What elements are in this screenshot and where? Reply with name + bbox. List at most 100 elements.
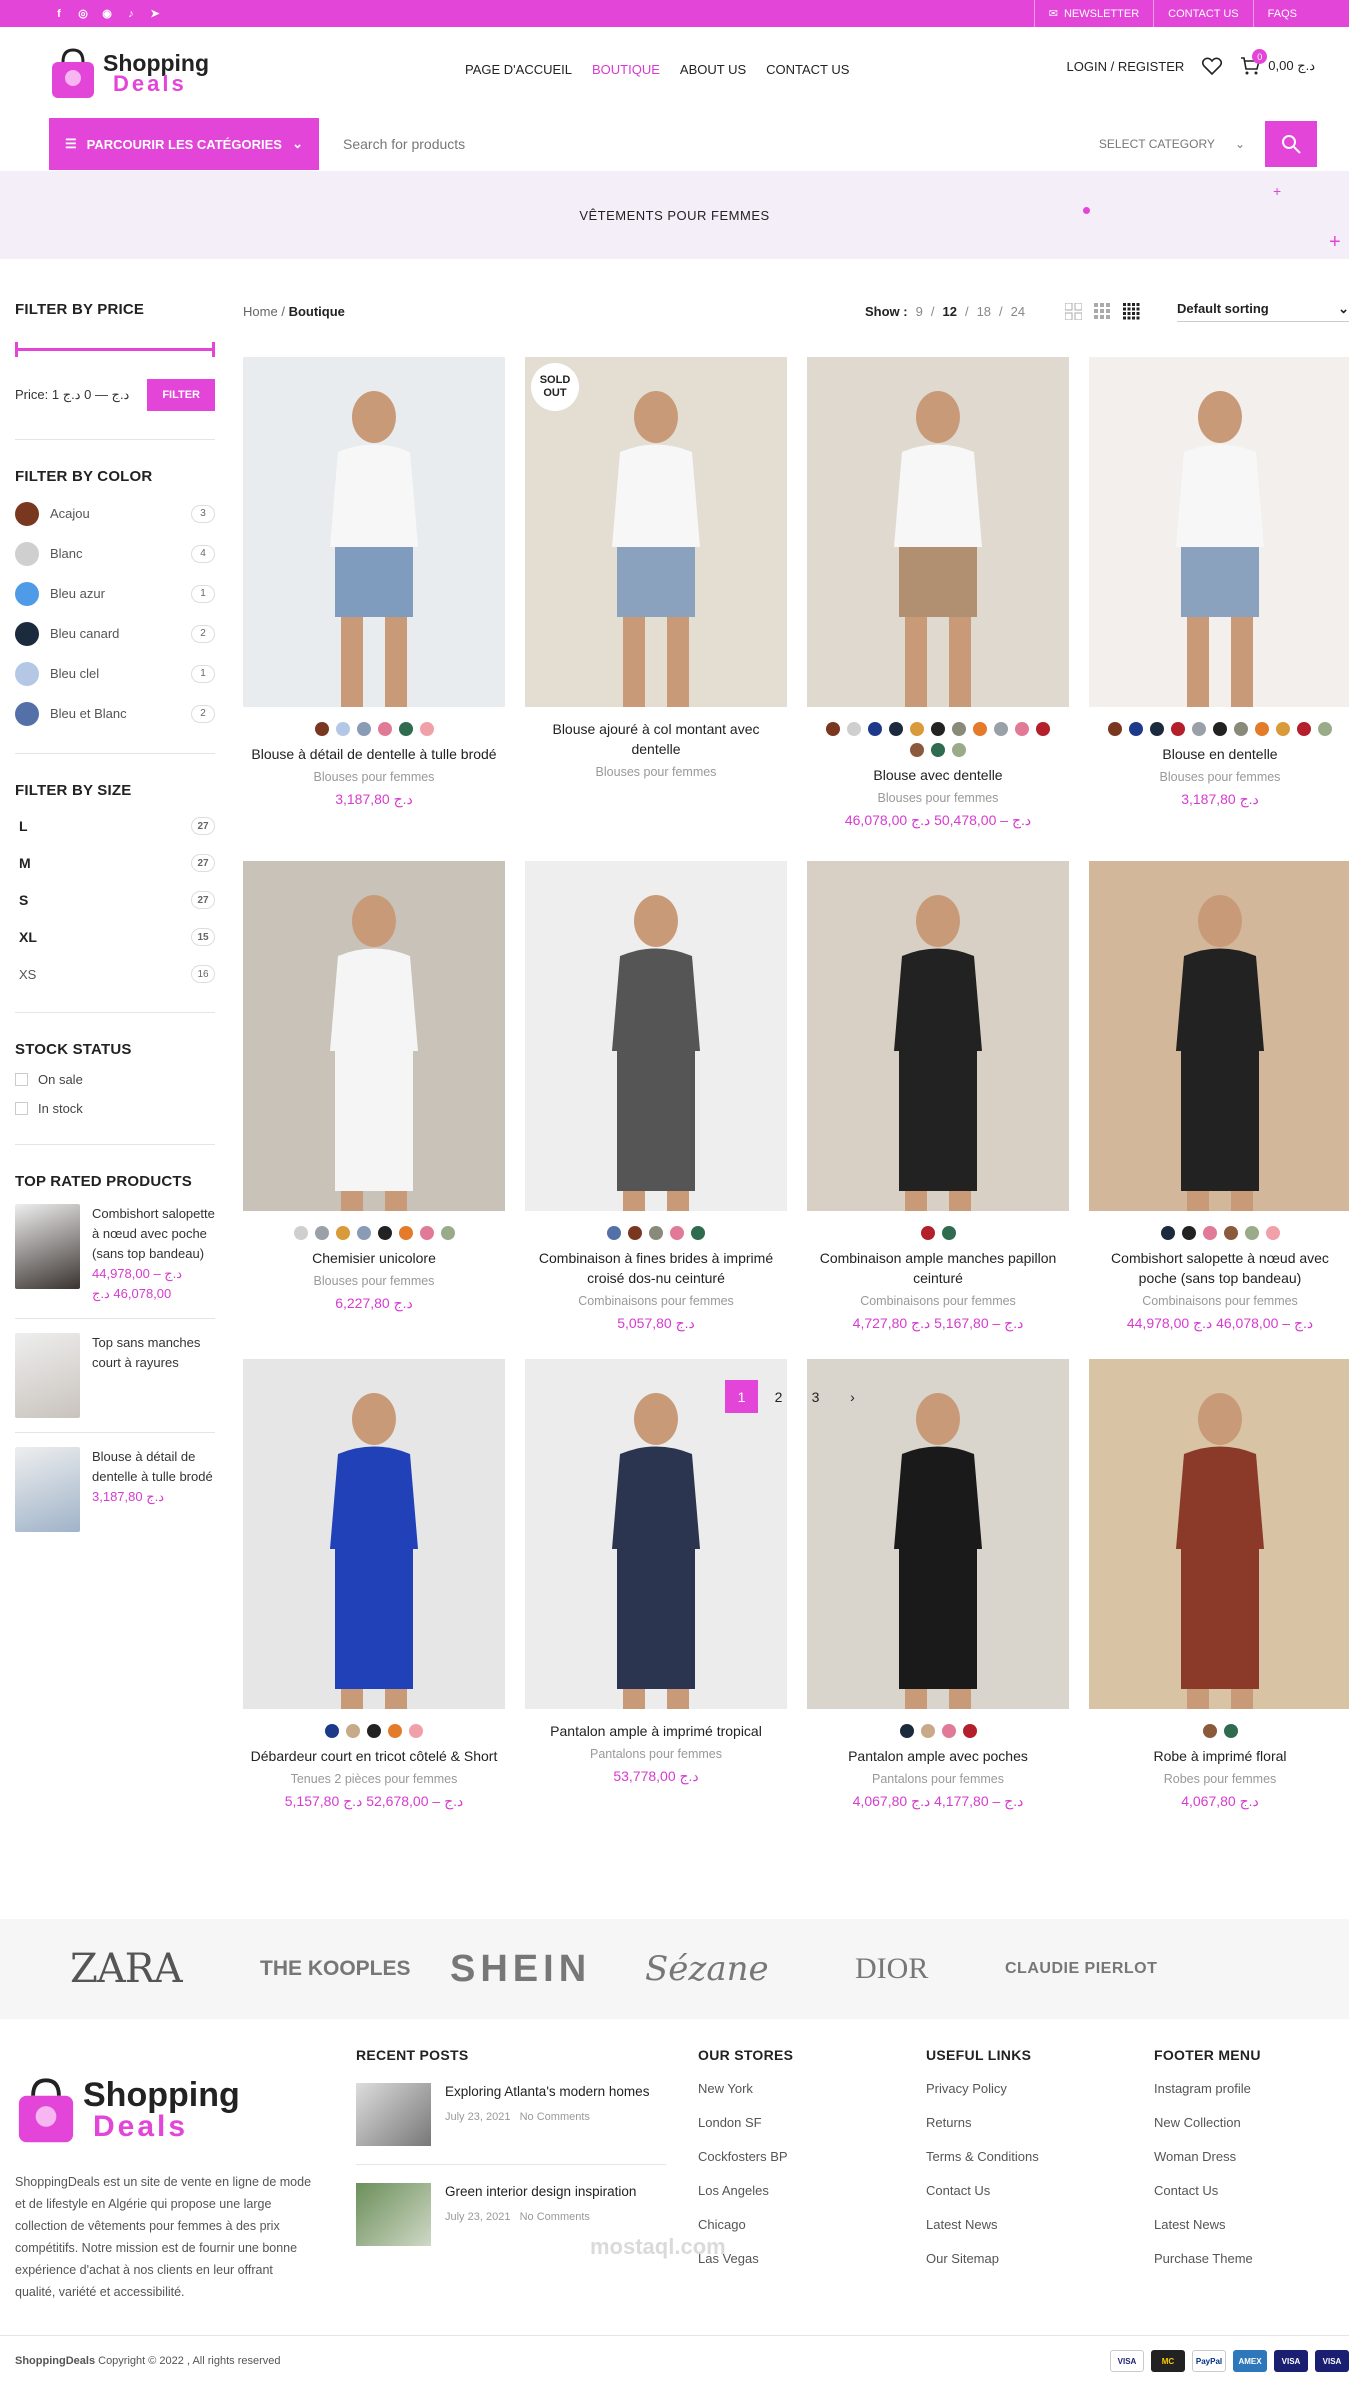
product-name[interactable]: Robe à imprimé floral (1089, 1746, 1349, 1766)
footer-logo[interactable]: Shopping Deals (15, 2069, 265, 2151)
color-swatch[interactable] (920, 1226, 935, 1240)
telegram-icon[interactable]: ➤ (148, 7, 162, 21)
color-swatch[interactable] (377, 722, 392, 736)
grid-2-icon[interactable] (1065, 302, 1082, 320)
facebook-icon[interactable]: f (52, 7, 66, 21)
color-swatch[interactable] (1234, 722, 1248, 736)
color-swatch[interactable] (346, 1724, 360, 1738)
search-button[interactable] (1265, 121, 1317, 167)
product-name[interactable]: Pantalon ample à imprimé tropical (525, 1721, 787, 1741)
contact-link[interactable]: CONTACT US (1153, 0, 1253, 27)
wishlist-heart-icon[interactable] (1202, 57, 1223, 75)
product-category[interactable]: Combinaisons pour femmes (525, 1294, 787, 1308)
color-swatch[interactable] (670, 1226, 684, 1240)
product-name[interactable]: Pantalon ample avec poches (807, 1746, 1069, 1766)
color-swatch[interactable] (1036, 722, 1050, 736)
product-category[interactable]: Blouses pour femmes (807, 791, 1069, 805)
product-name[interactable]: Combinaison ample manches papillon ceint… (807, 1248, 1069, 1288)
footer-menu-link[interactable]: Purchase Theme (1154, 2251, 1261, 2267)
color-swatch[interactable] (1160, 1226, 1175, 1240)
color-swatch[interactable] (314, 722, 329, 736)
top-rated-item[interactable]: Top sans manches court à rayures (15, 1319, 215, 1433)
brand-sezane[interactable]: Sézane (645, 1949, 855, 1989)
size-filter-item[interactable]: S 27 (15, 890, 215, 910)
cart-button[interactable]: 0 0,00 د.ج (1240, 49, 1315, 75)
color-swatch[interactable] (419, 1226, 434, 1240)
color-swatch[interactable] (952, 722, 966, 736)
color-swatch[interactable] (356, 722, 371, 736)
store-link[interactable]: Cockfosters BP (698, 2149, 793, 2165)
product-image[interactable] (1089, 357, 1349, 707)
color-swatch[interactable] (1265, 1226, 1280, 1240)
store-link[interactable]: Los Angeles (698, 2183, 793, 2199)
color-swatch[interactable] (973, 722, 987, 736)
footer-menu-link[interactable]: Contact Us (1154, 2183, 1261, 2199)
color-swatch[interactable] (931, 722, 945, 736)
color-swatch[interactable] (335, 722, 350, 736)
grid-3-icon[interactable] (1094, 302, 1111, 320)
color-swatch[interactable] (314, 1226, 329, 1240)
footer-menu-link[interactable]: Latest News (1154, 2217, 1261, 2233)
product-category[interactable]: Combinaisons pour femmes (1089, 1294, 1349, 1308)
top-rated-item[interactable]: Blouse à détail de dentelle à tulle brod… (15, 1433, 215, 1546)
post-title[interactable]: Exploring Atlanta's modern homes (445, 2083, 649, 2101)
instagram-icon[interactable]: ◎ (76, 7, 90, 21)
nav-contact[interactable]: CONTACT US (766, 62, 849, 77)
color-swatch[interactable] (1297, 722, 1311, 736)
product-card[interactable]: Combinaison ample manches papillon ceint… (807, 861, 1069, 1332)
size-filter-item[interactable]: XS 16 (15, 964, 215, 984)
checkbox[interactable] (15, 1073, 28, 1086)
color-swatch[interactable] (398, 1226, 413, 1240)
color-swatch[interactable] (1171, 722, 1185, 736)
product-name[interactable]: Blouse en dentelle (1089, 744, 1349, 764)
product-image[interactable] (525, 861, 787, 1211)
product-name[interactable]: Chemisier unicolore (243, 1248, 505, 1268)
product-image[interactable] (807, 357, 1069, 707)
color-swatch[interactable] (1318, 722, 1332, 736)
product-name[interactable]: Blouse à détail de dentelle à tulle brod… (243, 744, 505, 764)
product-card[interactable]: Robe à imprimé floral Robes pour femmes 4,… (1089, 1359, 1349, 1810)
color-swatch[interactable] (1202, 1724, 1217, 1738)
product-category[interactable]: Pantalons pour femmes (807, 1772, 1069, 1786)
product-card[interactable]: Débardeur court en tricot côtelé & Short… (243, 1359, 505, 1810)
show-9[interactable]: 9 (916, 304, 923, 319)
color-swatch[interactable] (335, 1226, 350, 1240)
product-card[interactable]: Pantalon ample avec poches Pantalons pour… (807, 1359, 1069, 1810)
store-link[interactable]: Chicago (698, 2217, 793, 2233)
color-swatch[interactable] (1244, 1226, 1259, 1240)
useful-link[interactable]: Returns (926, 2115, 1039, 2131)
footer-menu-link[interactable]: New Collection (1154, 2115, 1261, 2131)
color-swatch[interactable] (1015, 722, 1029, 736)
color-swatch[interactable] (1223, 1724, 1238, 1738)
color-swatch[interactable] (398, 722, 413, 736)
show-18[interactable]: 18 (977, 304, 991, 319)
product-name[interactable]: Blouse à détail de dentelle à tulle brod… (92, 1447, 215, 1487)
color-swatch[interactable] (325, 1724, 339, 1738)
breadcrumb-home[interactable]: Home (243, 304, 278, 319)
color-filter-item[interactable]: Bleu canard 2 (15, 621, 215, 646)
checkbox[interactable] (15, 1102, 28, 1115)
product-card[interactable]: Chemisier unicolore Blouses pour femmes 6,… (243, 861, 505, 1312)
color-swatch[interactable] (847, 722, 861, 736)
useful-link[interactable]: Our Sitemap (926, 2251, 1039, 2267)
nav-about[interactable]: ABOUT US (680, 62, 746, 77)
color-swatch[interactable] (941, 1226, 956, 1240)
color-swatch[interactable] (649, 1226, 663, 1240)
product-name[interactable]: Blouse ajouré à col montant avec dentell… (525, 719, 787, 759)
color-swatch[interactable] (440, 1226, 455, 1240)
useful-link[interactable]: Latest News (926, 2217, 1039, 2233)
faqs-link[interactable]: FAQS (1252, 0, 1311, 27)
color-swatch[interactable] (910, 722, 924, 736)
product-card[interactable]: Combishort salopette à nœud avec poche (… (1089, 861, 1349, 1332)
brand-kooples[interactable]: THE KOOPLES (260, 1957, 450, 1981)
product-image[interactable] (243, 357, 505, 707)
search-input[interactable]: Search for products (319, 118, 1099, 170)
filter-button[interactable]: FILTER (147, 379, 215, 411)
color-swatch[interactable] (1129, 722, 1143, 736)
color-swatch[interactable] (367, 1724, 381, 1738)
product-card[interactable]: Blouse en dentelle Blouses pour femmes 3,1… (1089, 357, 1349, 808)
page-1[interactable]: 1 (725, 1380, 758, 1413)
site-logo[interactable]: Shopping Deals (49, 46, 299, 100)
size-filter-item[interactable]: M 27 (15, 853, 215, 873)
color-swatch[interactable] (691, 1226, 705, 1240)
